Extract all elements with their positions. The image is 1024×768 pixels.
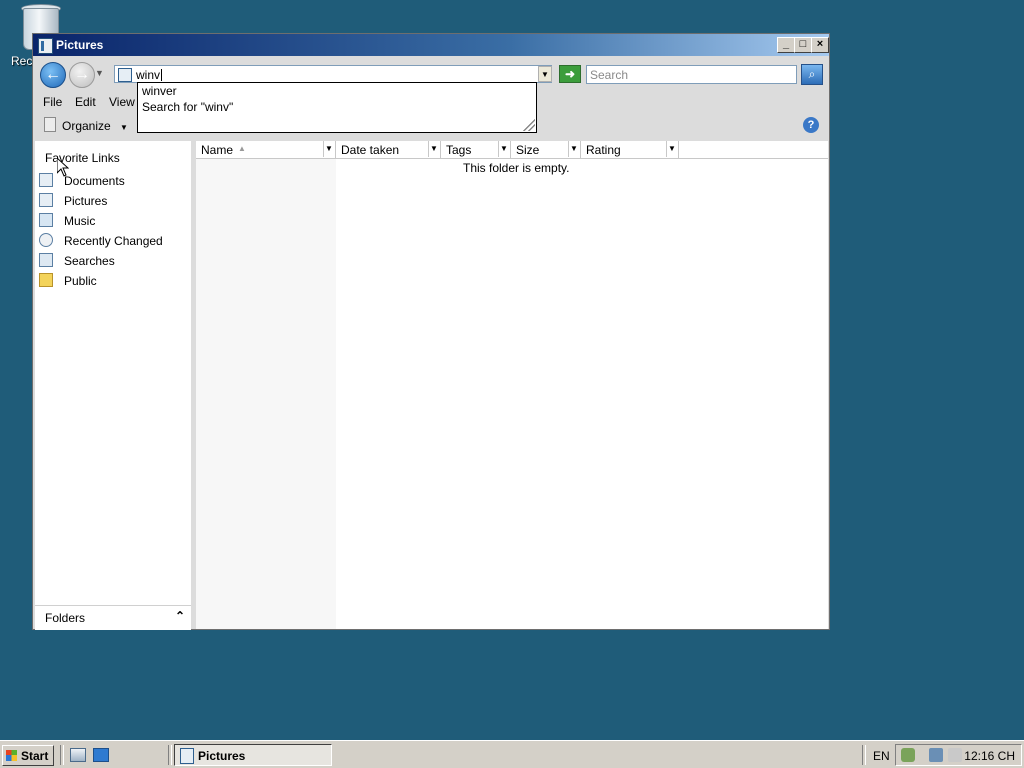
organize-icon bbox=[44, 117, 56, 132]
window-title: Pictures bbox=[56, 38, 104, 52]
autocomplete-item-winver[interactable]: winver bbox=[142, 84, 177, 98]
taskbar-separator bbox=[60, 745, 64, 765]
security-shield-icon[interactable] bbox=[901, 748, 915, 762]
address-dropdown-button[interactable]: ▼ bbox=[538, 66, 552, 82]
navigation-pane: Favorite Links Documents Pictures Music … bbox=[35, 141, 191, 630]
menu-view[interactable]: View bbox=[109, 95, 135, 109]
close-button[interactable]: × bbox=[811, 37, 829, 53]
favorite-link-label: Pictures bbox=[64, 194, 108, 208]
column-header-size[interactable]: Size ▼ bbox=[511, 141, 581, 158]
sort-ascending-icon: ▲ bbox=[238, 144, 246, 153]
chevron-down-icon: ▼ bbox=[120, 123, 128, 132]
network-disconnected-icon[interactable] bbox=[929, 748, 943, 762]
chevron-up-icon: ⌃ bbox=[174, 609, 185, 623]
start-button[interactable]: Start bbox=[2, 745, 54, 766]
favorite-link-label: Searches bbox=[64, 254, 115, 268]
favorite-link-label: Documents bbox=[64, 174, 125, 188]
favorite-link-public[interactable]: Public bbox=[39, 272, 189, 290]
go-button[interactable]: ➜ bbox=[559, 65, 581, 83]
column-label: Name bbox=[201, 143, 234, 157]
favorite-link-music[interactable]: Music bbox=[39, 212, 189, 230]
menu-file[interactable]: File bbox=[43, 95, 62, 109]
column-filter-dropdown-icon[interactable]: ▼ bbox=[666, 141, 677, 157]
column-label: Date taken bbox=[341, 143, 400, 157]
organize-label: Organize bbox=[62, 119, 111, 133]
favorite-link-pictures[interactable]: Pictures bbox=[39, 192, 189, 210]
column-filter-dropdown-icon[interactable]: ▼ bbox=[568, 141, 579, 157]
server-manager-icon[interactable] bbox=[70, 748, 86, 762]
start-label: Start bbox=[21, 749, 49, 763]
column-header-rating[interactable]: Rating ▼ bbox=[581, 141, 679, 158]
recently-changed-icon bbox=[39, 233, 53, 247]
windows-logo-icon bbox=[6, 750, 17, 761]
column-label: Size bbox=[516, 143, 540, 157]
title-bar[interactable]: Pictures _ □ × bbox=[33, 34, 829, 56]
volume-muted-icon[interactable] bbox=[948, 748, 962, 762]
folders-label: Folders bbox=[45, 611, 86, 625]
recent-pages-dropdown-icon[interactable]: ▼ bbox=[95, 68, 104, 78]
column-header-date-taken[interactable]: Date taken ▼ bbox=[336, 141, 441, 158]
pictures-folder-icon bbox=[180, 748, 194, 764]
favorite-link-searches[interactable]: Searches bbox=[39, 252, 189, 270]
search-icon[interactable]: ⌕ bbox=[801, 64, 823, 85]
search-input[interactable]: Search bbox=[586, 65, 797, 84]
empty-folder-message: This folder is empty. bbox=[463, 161, 570, 175]
autocomplete-item-search[interactable]: Search for "winv" bbox=[142, 100, 233, 114]
column-filter-dropdown-icon[interactable]: ▼ bbox=[428, 141, 439, 157]
maximize-button[interactable]: □ bbox=[794, 37, 812, 53]
language-indicator[interactable]: EN bbox=[873, 749, 890, 763]
folder-icon bbox=[39, 273, 53, 287]
name-column-background bbox=[196, 159, 336, 629]
address-bar[interactable]: winv bbox=[114, 65, 552, 83]
resize-grip-icon[interactable] bbox=[523, 119, 535, 131]
help-icon[interactable]: ? bbox=[803, 117, 819, 133]
column-header-tags[interactable]: Tags ▼ bbox=[441, 141, 511, 158]
taskbar: Start Pictures EN 12:16 CH bbox=[0, 740, 1024, 768]
menu-edit[interactable]: Edit bbox=[75, 95, 96, 109]
taskbar-button-pictures[interactable]: Pictures bbox=[174, 744, 332, 766]
favorite-link-recently-changed[interactable]: Recently Changed bbox=[39, 232, 189, 250]
recycle-bin-label: Rec bbox=[11, 54, 33, 68]
organize-button[interactable]: Organize ▼ bbox=[44, 117, 128, 133]
mouse-pointer-icon bbox=[57, 158, 69, 177]
system-tray: 12:16 CH bbox=[895, 744, 1022, 766]
clock[interactable]: 12:16 CH bbox=[964, 749, 1015, 763]
address-input[interactable]: winv bbox=[136, 68, 162, 82]
column-filter-dropdown-icon[interactable]: ▼ bbox=[498, 141, 509, 157]
column-label: Tags bbox=[446, 143, 472, 157]
pictures-icon bbox=[39, 193, 53, 207]
show-desktop-icon[interactable] bbox=[93, 748, 109, 762]
music-icon bbox=[39, 213, 53, 227]
column-header-row: Name ▲ ▼ Date taken ▼ Tags ▼ Size ▼ Rati… bbox=[196, 141, 828, 159]
documents-icon bbox=[39, 173, 53, 187]
taskbar-separator bbox=[862, 745, 866, 765]
minimize-button[interactable]: _ bbox=[777, 37, 795, 53]
favorite-link-label: Recently Changed bbox=[64, 234, 163, 248]
taskbar-button-label: Pictures bbox=[198, 749, 246, 763]
column-header-name[interactable]: Name ▲ ▼ bbox=[196, 141, 336, 158]
searches-icon bbox=[39, 253, 53, 267]
search-placeholder: Search bbox=[590, 68, 629, 82]
address-autocomplete-dropdown: winver Search for "winv" bbox=[137, 82, 537, 133]
column-label: Rating bbox=[586, 143, 621, 157]
file-list-pane: Name ▲ ▼ Date taken ▼ Tags ▼ Size ▼ Rati… bbox=[196, 141, 828, 629]
column-filter-dropdown-icon[interactable]: ▼ bbox=[323, 141, 334, 157]
forward-button[interactable]: → bbox=[69, 62, 95, 88]
folder-icon bbox=[118, 68, 132, 82]
pictures-folder-icon bbox=[38, 38, 53, 54]
favorite-link-label: Music bbox=[64, 214, 96, 228]
folders-toggle[interactable]: Folders ⌃ bbox=[35, 605, 191, 630]
pane-splitter[interactable] bbox=[191, 141, 195, 629]
taskbar-separator bbox=[168, 745, 172, 765]
back-button[interactable]: ← bbox=[40, 62, 66, 88]
favorite-link-label: Public bbox=[64, 274, 97, 288]
